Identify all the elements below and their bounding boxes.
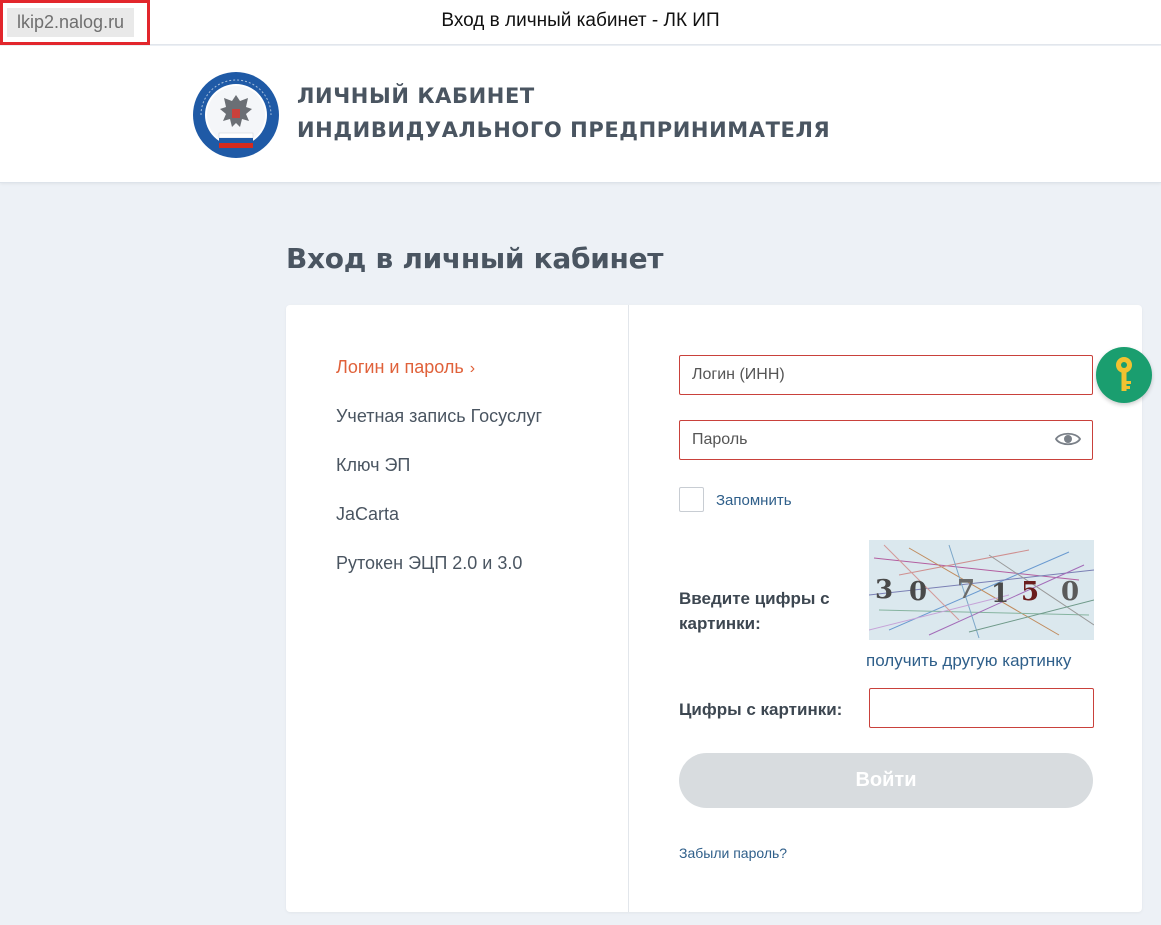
- captcha-digit: 7: [957, 575, 975, 605]
- login-button[interactable]: Войти: [679, 753, 1093, 808]
- site-header: ЛИЧНЫЙ КАБИНЕТ ИНДИВИДУАЛЬНОГО ПРЕДПРИНИ…: [0, 46, 1161, 183]
- login-card: Логин и пароль › Учетная запись Госуслуг …: [286, 305, 1142, 912]
- browser-bar: lkip2.nalog.ru Вход в личный кабинет - Л…: [0, 0, 1161, 45]
- menu-item-login-password[interactable]: Логин и пароль ›: [336, 355, 542, 404]
- brand-line-2: ИНДИВИДУАЛЬНОГО ПРЕДПРИНИМАТЕЛЯ: [297, 118, 831, 142]
- remember-checkbox[interactable]: [679, 487, 704, 512]
- menu-item-label: Ключ ЭП: [336, 455, 411, 475]
- password-input[interactable]: [679, 420, 1093, 460]
- card-divider: [628, 305, 629, 912]
- captcha-image: 3 0 7 1 5 0: [869, 540, 1094, 640]
- captcha-digit: 3: [875, 575, 893, 605]
- menu-item-ep-key[interactable]: Ключ ЭП: [336, 453, 542, 502]
- captcha-refresh-link[interactable]: получить другую картинку: [866, 651, 1071, 671]
- captcha-digit: 0: [1061, 577, 1079, 607]
- key-icon: [1116, 357, 1132, 391]
- captcha-code-input[interactable]: [869, 688, 1094, 728]
- menu-item-label: Рутокен ЭЦП 2.0 и 3.0: [336, 553, 523, 573]
- captcha-digit: 0: [909, 577, 927, 607]
- chevron-right-icon: ›: [469, 360, 476, 377]
- forgot-password-link[interactable]: Забыли пароль?: [679, 845, 787, 861]
- menu-item-rutoken[interactable]: Рутокен ЭЦП 2.0 и 3.0: [336, 551, 542, 600]
- remember-label[interactable]: Запомнить: [716, 492, 792, 509]
- emblem-icon[interactable]: [192, 71, 280, 159]
- captcha-digit: 1: [991, 579, 1009, 609]
- menu-item-label: JaCarta: [336, 504, 400, 524]
- page-title: Вход в личный кабинет: [286, 242, 664, 275]
- menu-item-gosuslugi[interactable]: Учетная запись Госуслуг: [336, 404, 542, 453]
- window-title: Вход в личный кабинет - ЛК ИП: [441, 10, 720, 31]
- eye-icon[interactable]: [1055, 430, 1081, 448]
- captcha-code-label: Цифры с картинки:: [679, 700, 843, 719]
- brand-line-1: ЛИЧНЫЙ КАБИНЕТ: [297, 84, 535, 108]
- brand-title: ЛИЧНЫЙ КАБИНЕТ ИНДИВИДУАЛЬНОГО ПРЕДПРИНИ…: [297, 79, 830, 147]
- menu-item-label: Логин и пароль: [336, 357, 464, 377]
- auth-method-menu: Логин и пароль › Учетная запись Госуслуг …: [336, 355, 542, 600]
- menu-item-jacarta[interactable]: JaCarta: [336, 502, 542, 551]
- menu-item-label: Учетная запись Госуслуг: [336, 406, 543, 426]
- key-fab-button[interactable]: [1096, 347, 1152, 403]
- login-input[interactable]: [679, 355, 1093, 395]
- captcha-digit: 5: [1021, 577, 1039, 607]
- captcha-label: Введите цифры с картинки:: [679, 589, 830, 633]
